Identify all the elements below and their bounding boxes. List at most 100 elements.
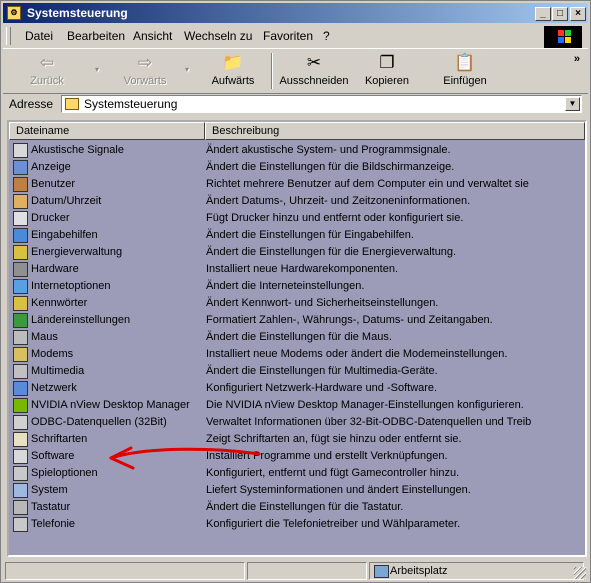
- column-header-name[interactable]: Dateiname: [9, 122, 205, 140]
- list-item[interactable]: Multimedia Ändert die Einstellungen für M…: [9, 363, 585, 380]
- list-item[interactable]: Eingabehilfen Ändert die Einstellungen fü…: [9, 227, 585, 244]
- item-name: Spieloptionen: [31, 467, 98, 479]
- forward-arrow-icon: ⇨: [137, 53, 153, 72]
- list-item[interactable]: Tastatur Ändert die Einstellungen für die…: [9, 499, 585, 516]
- item-name: Tastatur: [31, 501, 71, 513]
- item-name: Multimedia: [31, 365, 85, 377]
- item-description: Ändert die Einstellungen für die Bildsch…: [206, 161, 455, 173]
- maximize-button[interactable]: □: [552, 7, 568, 21]
- item-description: Ändert die Einstellungen für Eingabehilf…: [206, 229, 414, 241]
- applet-icon: [13, 347, 28, 362]
- list-item[interactable]: Maus Ändert die Einstellungen für die Mau…: [9, 329, 585, 346]
- menu-datei[interactable]: Datei: [25, 29, 53, 43]
- up-button[interactable]: 📁 Aufwärts: [205, 51, 261, 91]
- item-name: Benutzer: [31, 178, 76, 190]
- close-button[interactable]: ×: [570, 7, 586, 21]
- red-annotation-arrow: [109, 446, 261, 470]
- item-name: Schriftarten: [31, 433, 88, 445]
- window-title: Systemsteuerung: [27, 6, 128, 20]
- applet-icon: [13, 262, 28, 277]
- list-item[interactable]: Ländereinstellungen Formatiert Zahlen-, W…: [9, 312, 585, 329]
- resize-grip[interactable]: [574, 567, 586, 579]
- address-bar: Adresse Systemsteuerung ▼: [3, 93, 588, 115]
- list-item[interactable]: Internetoptionen Ändert die Interneteinst…: [9, 278, 585, 295]
- item-description: Konfiguriert Netzwerk-Hardware und -Soft…: [206, 382, 438, 394]
- applet-icon: [13, 296, 28, 311]
- item-description: Ändert die Interneteinstellungen.: [206, 280, 365, 292]
- applet-icon: [13, 466, 28, 481]
- applet-icon: [13, 143, 28, 158]
- applet-icon: [13, 330, 28, 345]
- back-button[interactable]: ⇦ Zurück: [23, 51, 71, 91]
- column-header-description[interactable]: Beschreibung: [205, 122, 585, 140]
- list-item[interactable]: Netzwerk Konfiguriert Netzwerk-Hardware u…: [9, 380, 585, 397]
- applet-icon: [13, 381, 28, 396]
- copy-icon: ❐: [379, 53, 395, 72]
- computer-icon: [374, 565, 389, 578]
- item-name: Ländereinstellungen: [31, 314, 131, 326]
- paste-button[interactable]: 📋 Einfügen: [435, 51, 495, 91]
- menu-bearbeiten[interactable]: Bearbeiten: [67, 29, 125, 43]
- item-name: Modems: [31, 348, 74, 360]
- list-item[interactable]: Modems Installiert neue Modems oder änder…: [9, 346, 585, 363]
- file-list[interactable]: Dateiname Beschreibung Akustische Signal…: [7, 120, 587, 557]
- applet-icon: [13, 245, 28, 260]
- copy-button[interactable]: ❐ Kopieren: [359, 51, 415, 91]
- title-bar[interactable]: ⚙ Systemsteuerung _ □ ×: [3, 3, 588, 23]
- list-item[interactable]: Datum/Uhrzeit Ändert Datums-, Uhrzeit- un…: [9, 193, 585, 210]
- applet-icon: [13, 483, 28, 498]
- menu-bar: Datei Bearbeiten Ansicht Wechseln zu Fav…: [3, 25, 588, 48]
- item-name: Energieverwaltung: [31, 246, 123, 258]
- control-panel-icon: ⚙: [7, 6, 21, 20]
- item-description: Ändert Datums-, Uhrzeit- und Zeitzonenin…: [206, 195, 471, 207]
- applet-icon: [13, 194, 28, 209]
- list-item[interactable]: Drucker Fügt Drucker hinzu und entfernt o…: [9, 210, 585, 227]
- applet-icon: [13, 364, 28, 379]
- applet-icon: [13, 279, 28, 294]
- forward-button[interactable]: ⇨ Vorwärts: [115, 51, 175, 91]
- item-name: Telefonie: [31, 518, 76, 530]
- list-item[interactable]: System Liefert Systeminformationen und än…: [9, 482, 585, 499]
- item-name: Maus: [31, 331, 58, 343]
- list-item[interactable]: ODBC-Datenquellen (32Bit) Verwaltet Infor…: [9, 414, 585, 431]
- item-description: Liefert Systeminformationen und ändert E…: [206, 484, 471, 496]
- item-description: Installiert neue Hardwarekomponenten.: [206, 263, 399, 275]
- menu-ansicht[interactable]: Ansicht: [133, 29, 172, 43]
- address-value: Systemsteuerung: [84, 97, 178, 111]
- list-item[interactable]: Telefonie Konfiguriert die Telefonietreib…: [9, 516, 585, 533]
- toolbar-overflow-chevron[interactable]: »: [574, 53, 580, 65]
- applet-icon: [13, 313, 28, 328]
- item-description: Ändert die Einstellungen für die Tastatu…: [206, 501, 404, 513]
- address-field[interactable]: Systemsteuerung ▼: [61, 95, 582, 113]
- applet-icon: [13, 432, 28, 447]
- applet-icon: [13, 517, 28, 532]
- list-item[interactable]: Hardware Installiert neue Hardwarekompone…: [9, 261, 585, 278]
- menu-favoriten[interactable]: Favoriten: [263, 29, 313, 43]
- item-description: Ändert die Einstellungen für die Energie…: [206, 246, 457, 258]
- item-name: Akustische Signale: [31, 144, 124, 156]
- list-item[interactable]: Akustische Signale Ändert akustische Syst…: [9, 142, 585, 159]
- item-name: ODBC-Datenquellen (32Bit): [31, 416, 167, 428]
- menu-wechseln-zu[interactable]: Wechseln zu: [184, 29, 252, 43]
- list-item[interactable]: Benutzer Richtet mehrere Benutzer auf dem…: [9, 176, 585, 193]
- standard-toolbar: ⇦ Zurück ▾ ⇨ Vorwärts ▾ 📁 Aufwärts ✂ Aus…: [3, 48, 588, 94]
- folder-up-icon: 📁: [222, 53, 244, 72]
- list-item[interactable]: Anzeige Ändert die Einstellungen für die …: [9, 159, 585, 176]
- applet-icon: [13, 177, 28, 192]
- item-name: Eingabehilfen: [31, 229, 98, 241]
- applet-icon: [13, 211, 28, 226]
- item-name: Anzeige: [31, 161, 71, 173]
- item-description: Fügt Drucker hinzu und entfernt oder kon…: [206, 212, 464, 224]
- list-item[interactable]: Kennwörter Ändert Kennwort- und Sicherhei…: [9, 295, 585, 312]
- status-pane-main: [5, 562, 245, 580]
- paste-icon: 📋: [454, 53, 476, 72]
- applet-icon: [13, 415, 28, 430]
- item-name: Hardware: [31, 263, 79, 275]
- address-dropdown-button[interactable]: ▼: [565, 97, 580, 111]
- list-item[interactable]: Energieverwaltung Ändert die Einstellunge…: [9, 244, 585, 261]
- minimize-button[interactable]: _: [535, 7, 551, 21]
- cut-button[interactable]: ✂ Ausschneiden: [277, 51, 351, 91]
- list-item[interactable]: NVIDIA nView Desktop Manager Die NVIDIA n…: [9, 397, 585, 414]
- control-panel-icon: [65, 98, 79, 110]
- menu-help[interactable]: ?: [323, 29, 330, 43]
